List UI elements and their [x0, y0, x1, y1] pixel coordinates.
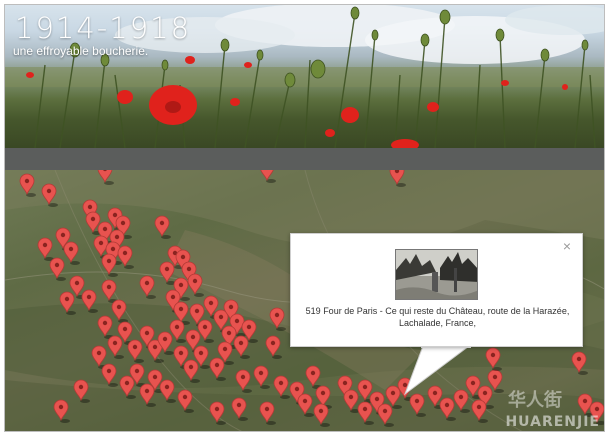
watermark: HUARENJIE	[505, 414, 600, 430]
watermark-logo: 华人街	[508, 390, 562, 410]
header-banner: 1914-1918 une effroyable boucherie.	[5, 5, 604, 148]
info-window: × 519 Four de Paris - Ce qui reste du Ch…	[290, 233, 583, 347]
info-caption-line1: 519 Four de Paris - Ce qui reste du Chât…	[305, 306, 570, 316]
map-pin-icon[interactable]	[101, 279, 118, 303]
info-window-tail	[403, 346, 471, 396]
map-pin-icon[interactable]	[154, 215, 171, 239]
map-pin-icon[interactable]	[49, 257, 66, 281]
map-pin-icon[interactable]	[63, 241, 80, 265]
info-caption-line2: Lachalade, France,	[398, 318, 477, 328]
page-frame: 1914-1918 une effroyable boucherie. 华人街 …	[4, 4, 605, 432]
ruins-photo-thumbnail[interactable]	[395, 249, 478, 300]
close-icon[interactable]: ×	[560, 239, 574, 253]
map-pin-icon[interactable]	[117, 245, 134, 269]
info-caption: 519 Four de Paris - Ce qui reste du Chât…	[291, 305, 584, 329]
separator-bar	[5, 148, 604, 170]
map-pin-icon[interactable]	[37, 237, 54, 261]
map-pin-icon[interactable]	[139, 275, 156, 299]
site-subtitle: une effroyable boucherie.	[13, 44, 149, 58]
site-title: 1914-1918	[15, 11, 192, 45]
